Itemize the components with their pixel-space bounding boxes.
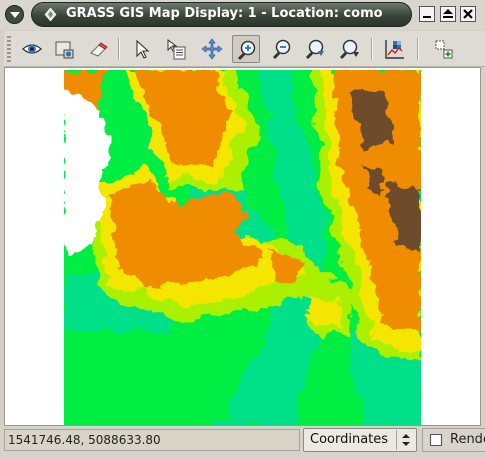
maximize-icon [443,9,453,18]
status-bar: 1541746.48, 5088633.80 Coordinates Rende… [0,426,485,459]
spin-arrows-icon[interactable] [396,430,415,450]
minimize-button[interactable] [419,6,435,22]
zoom-in-button[interactable] [232,35,260,63]
render-checkbox[interactable] [430,434,442,446]
pan-button[interactable] [198,35,226,63]
map-display-window: GRASS GIS Map Display: 1 - Location: com… [0,0,485,459]
map-canvas[interactable] [4,67,481,426]
render-label: Render [450,432,485,447]
statusbar-mode-select[interactable]: Coordinates [303,428,417,452]
statusbar-mode-value: Coordinates [310,432,389,447]
overlay-icon [435,40,453,59]
zoom-menu-button[interactable] [336,35,364,63]
arrow-pointer-icon [136,39,150,59]
title-bar: GRASS GIS Map Display: 1 - Location: com… [0,0,485,30]
window-title: GRASS GIS Map Display: 1 - Location: com… [66,6,383,21]
coordinates-display: 1541746.48, 5088633.80 [4,429,300,451]
pan-icon [201,38,223,60]
maximize-button[interactable] [440,6,456,22]
grass-logo-icon [44,8,57,21]
zoom-menu-icon [339,39,359,60]
zoom-out-icon [272,39,291,60]
zoom-back-icon [305,39,324,60]
analyze-icon [385,40,404,59]
elevation-raster-map [64,70,421,425]
erase-display-button[interactable] [84,35,112,63]
zoom-out-button[interactable] [268,35,296,63]
toolbar-grip[interactable] [7,36,11,62]
close-button[interactable] [460,6,476,22]
close-icon [463,9,473,19]
eye-icon [22,44,42,54]
window-menu-button[interactable] [5,5,24,24]
minimize-icon [423,16,431,18]
render-toggle[interactable]: Render [422,428,485,452]
title-pill[interactable]: GRASS GIS Map Display: 1 - Location: com… [31,2,412,27]
query-button[interactable] [162,35,190,63]
display-map-button[interactable] [18,35,46,63]
zoom-back-button[interactable] [302,35,330,63]
toolbar-separator [118,38,120,60]
zoom-in-icon [237,40,256,61]
overlay-button[interactable] [430,35,458,63]
toolbar-separator [371,38,373,60]
map-toolbar [4,31,485,67]
eraser-icon [90,42,108,57]
render-map-button[interactable] [50,35,78,63]
query-icon [167,39,186,60]
pointer-button[interactable] [129,35,157,63]
toolbar-separator [417,38,419,60]
analyze-button[interactable] [381,35,409,63]
render-icon [55,41,74,59]
